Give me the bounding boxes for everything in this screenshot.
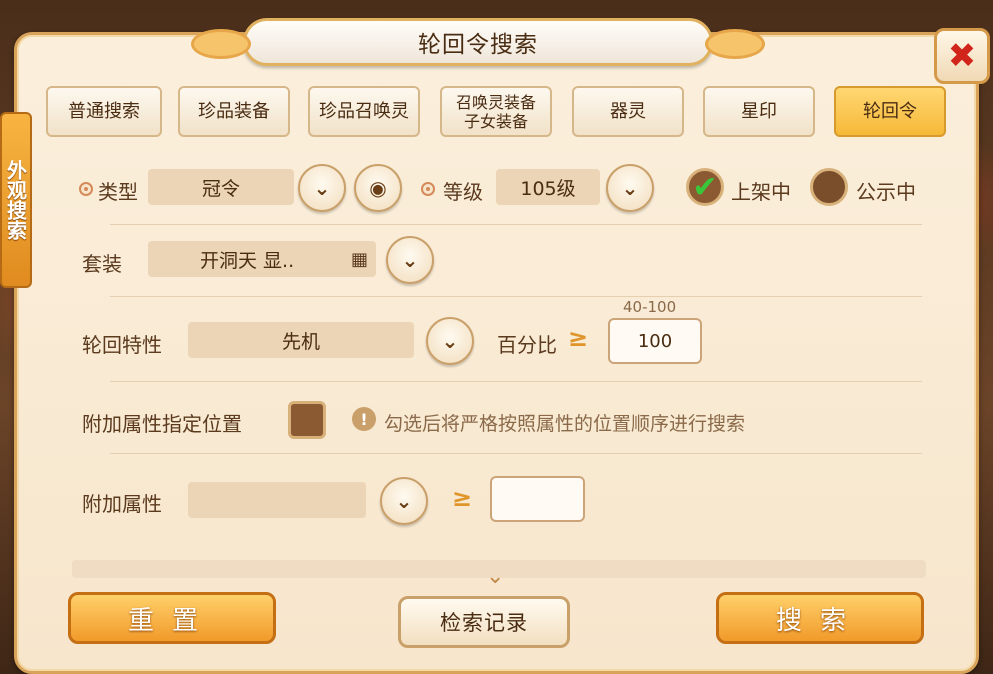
tab-label: 轮回令 bbox=[863, 100, 917, 122]
tab-label: 星印 bbox=[741, 100, 777, 122]
set-value: 开洞天 显.. bbox=[200, 249, 295, 272]
history-button[interactable]: 检索记录 bbox=[398, 596, 570, 648]
level-value: 105级 bbox=[520, 177, 576, 200]
attribute-dropdown-button[interactable]: ⌄ bbox=[380, 477, 428, 525]
reset-button-label: 重置 bbox=[127, 605, 216, 636]
on-shelf-checkbox[interactable]: ✔ bbox=[686, 168, 724, 206]
attribute-label: 附加属性 bbox=[82, 492, 162, 516]
tab-label: 器灵 bbox=[610, 100, 646, 122]
percent-range-hint: 40-100 bbox=[623, 298, 677, 316]
attribute-value-input[interactable] bbox=[490, 476, 585, 522]
close-button[interactable]: ✖ bbox=[934, 28, 990, 84]
banner-left-ornament bbox=[191, 29, 251, 59]
page-title: 轮回令搜索 bbox=[418, 32, 538, 58]
tab-label: 珍品召唤灵 bbox=[319, 100, 409, 122]
position-hint: 勾选后将严格按照属性的位置顺序进行搜索 bbox=[384, 413, 746, 435]
tab-label: 普通搜索 bbox=[68, 100, 140, 122]
divider bbox=[110, 224, 922, 225]
check-icon: ✔ bbox=[692, 169, 718, 205]
type-indicator-icon bbox=[79, 182, 93, 196]
tab-label: 召唤灵装备 子女装备 bbox=[456, 93, 536, 131]
chevron-down-icon: ⌄ bbox=[395, 489, 413, 513]
close-icon: ✖ bbox=[947, 36, 977, 76]
tab-star-seal[interactable]: 星印 bbox=[703, 86, 815, 137]
tab-label: 珍品装备 bbox=[198, 100, 270, 122]
trait-value: 先机 bbox=[281, 330, 320, 353]
info-icon: ! bbox=[352, 407, 376, 431]
title-banner: 轮回令搜索 bbox=[191, 18, 765, 66]
chevron-down-icon: ⌄ bbox=[313, 176, 331, 200]
divider bbox=[110, 381, 922, 382]
level-indicator-icon bbox=[421, 182, 435, 196]
greater-equal-symbol: ≥ bbox=[568, 324, 589, 352]
tab-artifact-spirit[interactable]: 器灵 bbox=[572, 86, 684, 137]
percent-value: 100 bbox=[637, 330, 673, 352]
banner-right-ornament bbox=[705, 29, 765, 59]
attribute-select[interactable] bbox=[188, 482, 366, 518]
public-checkbox[interactable] bbox=[810, 168, 848, 206]
reset-button[interactable]: 重置 bbox=[68, 592, 276, 644]
chevron-down-icon: ⌄ bbox=[401, 248, 419, 272]
percent-input[interactable]: 100 bbox=[608, 318, 702, 364]
type-dropdown-button[interactable]: ⌄ bbox=[298, 164, 346, 212]
set-label: 套装 bbox=[82, 252, 122, 276]
on-shelf-label: 上架中 bbox=[731, 180, 791, 204]
position-label: 附加属性指定位置 bbox=[82, 412, 242, 436]
trait-select[interactable]: 先机 bbox=[188, 322, 414, 358]
tab-normal-search[interactable]: 普通搜索 bbox=[46, 86, 162, 137]
eye-icon: ◉ bbox=[369, 176, 387, 200]
tab-rare-summon[interactable]: 珍品召唤灵 bbox=[308, 86, 420, 137]
history-button-label: 检索记录 bbox=[440, 611, 528, 635]
chevron-down-icon: ⌄ bbox=[441, 329, 459, 353]
expand-chevron-icon[interactable]: ⌄ bbox=[486, 564, 504, 589]
level-select[interactable]: 105级 bbox=[496, 169, 600, 205]
tab-rare-equipment[interactable]: 珍品装备 bbox=[178, 86, 290, 137]
tab-label-line1: 召唤灵装备 bbox=[455, 92, 536, 112]
greater-equal-symbol: ≥ bbox=[452, 484, 473, 512]
trait-label: 轮回特性 bbox=[82, 333, 162, 357]
position-checkbox[interactable] bbox=[288, 401, 326, 439]
chevron-down-icon: ⌄ bbox=[621, 176, 639, 200]
tab-summon-child-equipment[interactable]: 召唤灵装备 子女装备 bbox=[440, 86, 552, 137]
tab-reincarnation-token[interactable]: 轮回令 bbox=[834, 86, 946, 137]
divider bbox=[110, 453, 922, 454]
set-select[interactable]: 开洞天 显.. ▦ bbox=[148, 241, 376, 277]
preview-button[interactable]: ◉ bbox=[354, 164, 402, 212]
percent-label: 百分比 bbox=[497, 333, 557, 357]
public-label: 公示中 bbox=[856, 180, 916, 204]
divider bbox=[110, 296, 922, 297]
level-dropdown-button[interactable]: ⌄ bbox=[606, 164, 654, 212]
level-label: 等级 bbox=[443, 180, 483, 204]
tab-label-line2: 子女装备 bbox=[463, 111, 528, 131]
type-value: 冠令 bbox=[201, 177, 240, 200]
type-select[interactable]: 冠令 bbox=[148, 169, 294, 205]
side-tab-appearance-search[interactable]: 外观搜索 bbox=[0, 112, 32, 288]
search-button-label: 搜索 bbox=[775, 605, 864, 636]
set-dropdown-button[interactable]: ⌄ bbox=[386, 236, 434, 284]
grid-icon: ▦ bbox=[350, 248, 368, 270]
info-icon-glyph: ! bbox=[360, 409, 368, 429]
trait-dropdown-button[interactable]: ⌄ bbox=[426, 317, 474, 365]
search-button[interactable]: 搜索 bbox=[716, 592, 924, 644]
side-tab-label: 外观搜索 bbox=[3, 160, 28, 240]
type-label: 类型 bbox=[98, 180, 138, 204]
